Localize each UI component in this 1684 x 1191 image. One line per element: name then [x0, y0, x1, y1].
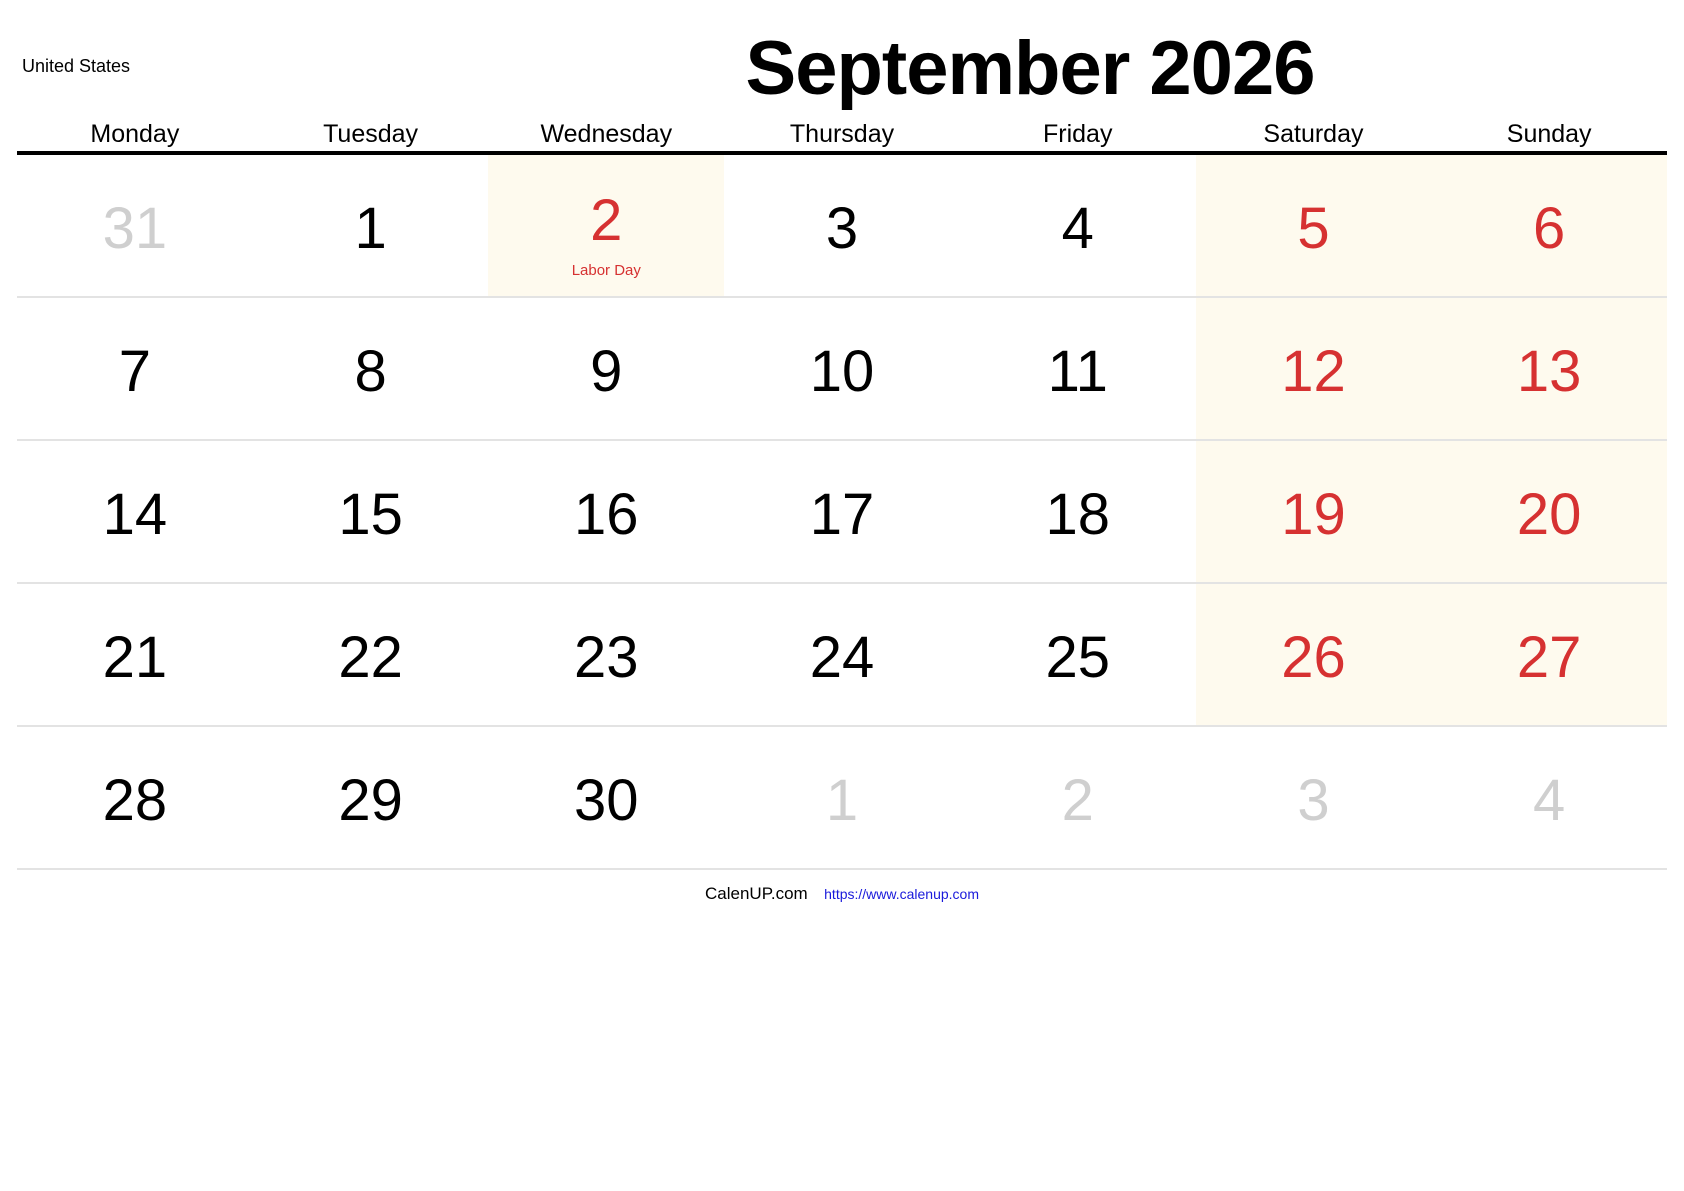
day-cell[interactable]: 19 — [1195, 441, 1432, 582]
holiday-label: Labor Day — [571, 262, 641, 279]
day-cell[interactable]: 18 — [960, 441, 1196, 582]
day-cell[interactable]: 7 — [17, 298, 253, 439]
day-number: 19 — [1281, 482, 1346, 547]
day-number: 1 — [825, 768, 859, 833]
day-cell[interactable]: 6 — [1431, 155, 1668, 296]
day-number: 22 — [338, 625, 403, 690]
day-number: 15 — [338, 482, 403, 547]
day-cell[interactable]: 11 — [960, 298, 1196, 439]
country-label: United States — [22, 56, 131, 76]
week-row: 31 1 2 Labor Day 3 4 5 6 — [17, 155, 1668, 298]
day-number: 6 — [1533, 196, 1566, 261]
day-cell[interactable]: 1 — [253, 155, 489, 296]
day-cell[interactable]: 5 — [1195, 155, 1432, 296]
day-cell[interactable]: 27 — [1431, 584, 1668, 725]
day-number: 4 — [1061, 196, 1094, 261]
day-number: 3 — [825, 196, 859, 261]
day-cell[interactable]: 24 — [724, 584, 960, 725]
day-cell[interactable]: 15 — [253, 441, 489, 582]
week-row: 28 29 30 1 2 3 4 — [17, 727, 1667, 870]
day-number: 23 — [574, 625, 639, 690]
weekday-thursday: Thursday — [789, 120, 895, 148]
day-number: 8 — [354, 339, 387, 404]
day-cell[interactable]: 3 — [1196, 727, 1432, 868]
day-number: 27 — [1516, 625, 1582, 690]
weeks-container: 31 1 2 Labor Day 3 4 5 6 7 8 9 10 11 12 13 14 15 16 17 18 19… — [17, 155, 1668, 870]
day-number: 17 — [809, 482, 875, 547]
day-cell[interactable]: 20 — [1431, 441, 1668, 582]
day-cell[interactable]: 9 — [488, 298, 724, 439]
footer-brand: CalenUP.com — [705, 884, 808, 903]
day-number: 2 — [590, 188, 623, 253]
week-row: 7 8 9 10 11 12 13 — [17, 298, 1668, 441]
day-number: 20 — [1516, 482, 1582, 547]
day-number: 7 — [118, 339, 151, 404]
day-number: 18 — [1045, 482, 1110, 547]
day-cell[interactable]: 29 — [253, 727, 489, 868]
day-cell[interactable]: 4 — [1431, 727, 1667, 868]
week-row: 14 15 16 17 18 19 20 — [17, 441, 1668, 584]
day-cell[interactable]: 12 — [1195, 298, 1432, 439]
weekday-saturday: Saturday — [1263, 120, 1364, 148]
weekday-sunday: Sunday — [1506, 120, 1592, 148]
weekday-friday: Friday — [1043, 120, 1113, 148]
day-cell[interactable]: 30 — [488, 727, 724, 868]
day-cell[interactable]: 31 — [17, 155, 253, 296]
weekday-wednesday: Wednesday — [540, 120, 673, 148]
day-number: 24 — [809, 625, 875, 690]
day-cell[interactable]: 3 — [724, 155, 960, 296]
day-number: 30 — [574, 768, 639, 833]
day-number: 10 — [809, 339, 875, 404]
day-cell[interactable]: 23 — [488, 584, 724, 725]
footer-link[interactable]: https://www.calenup.com — [824, 886, 979, 902]
day-number: 16 — [574, 482, 639, 547]
weekday-tuesday: Tuesday — [323, 120, 419, 148]
day-cell[interactable]: 4 — [960, 155, 1196, 296]
day-cell[interactable]: 28 — [17, 727, 253, 868]
day-cell[interactable]: 26 — [1195, 584, 1432, 725]
day-cell[interactable]: 21 — [17, 584, 253, 725]
day-number: 14 — [102, 482, 168, 547]
weekday-header-row: Monday Tuesday Wednesday Thursday Friday… — [17, 116, 1667, 155]
day-cell[interactable]: 16 — [488, 441, 724, 582]
day-number: 13 — [1516, 339, 1582, 404]
day-number: 5 — [1297, 196, 1330, 261]
day-number: 9 — [590, 339, 623, 404]
day-cell[interactable]: 25 — [960, 584, 1196, 725]
day-cell[interactable]: 10 — [724, 298, 960, 439]
day-number: 31 — [102, 196, 168, 261]
day-number: 25 — [1045, 625, 1110, 690]
day-number: 29 — [338, 768, 403, 833]
day-cell[interactable]: 14 — [17, 441, 253, 582]
weekday-monday: Monday — [90, 120, 180, 148]
day-cell[interactable]: 22 — [253, 584, 489, 725]
day-number: 1 — [354, 196, 387, 261]
day-cell[interactable]: 8 — [253, 298, 489, 439]
day-number: 26 — [1281, 625, 1346, 690]
day-number: 12 — [1281, 339, 1346, 404]
day-cell[interactable]: 1 — [724, 727, 960, 868]
calendar-grid: Monday Tuesday Wednesday Thursday Friday… — [17, 116, 1668, 870]
day-cell[interactable]: 2 Labor Day — [488, 155, 725, 296]
day-number: 2 — [1061, 768, 1094, 833]
footer: CalenUP.com https://www.calenup.com — [0, 884, 1684, 904]
day-number: 21 — [102, 625, 168, 690]
day-number: 4 — [1533, 768, 1566, 833]
day-cell[interactable]: 17 — [724, 441, 960, 582]
day-number: 28 — [102, 768, 168, 833]
calendar-title: September 2026 — [745, 26, 1316, 111]
day-cell[interactable]: 2 — [960, 727, 1196, 868]
day-number: 11 — [1047, 339, 1108, 404]
week-row: 21 22 23 24 25 26 27 — [17, 584, 1668, 727]
day-number: 3 — [1297, 768, 1330, 833]
day-cell[interactable]: 13 — [1431, 298, 1668, 439]
